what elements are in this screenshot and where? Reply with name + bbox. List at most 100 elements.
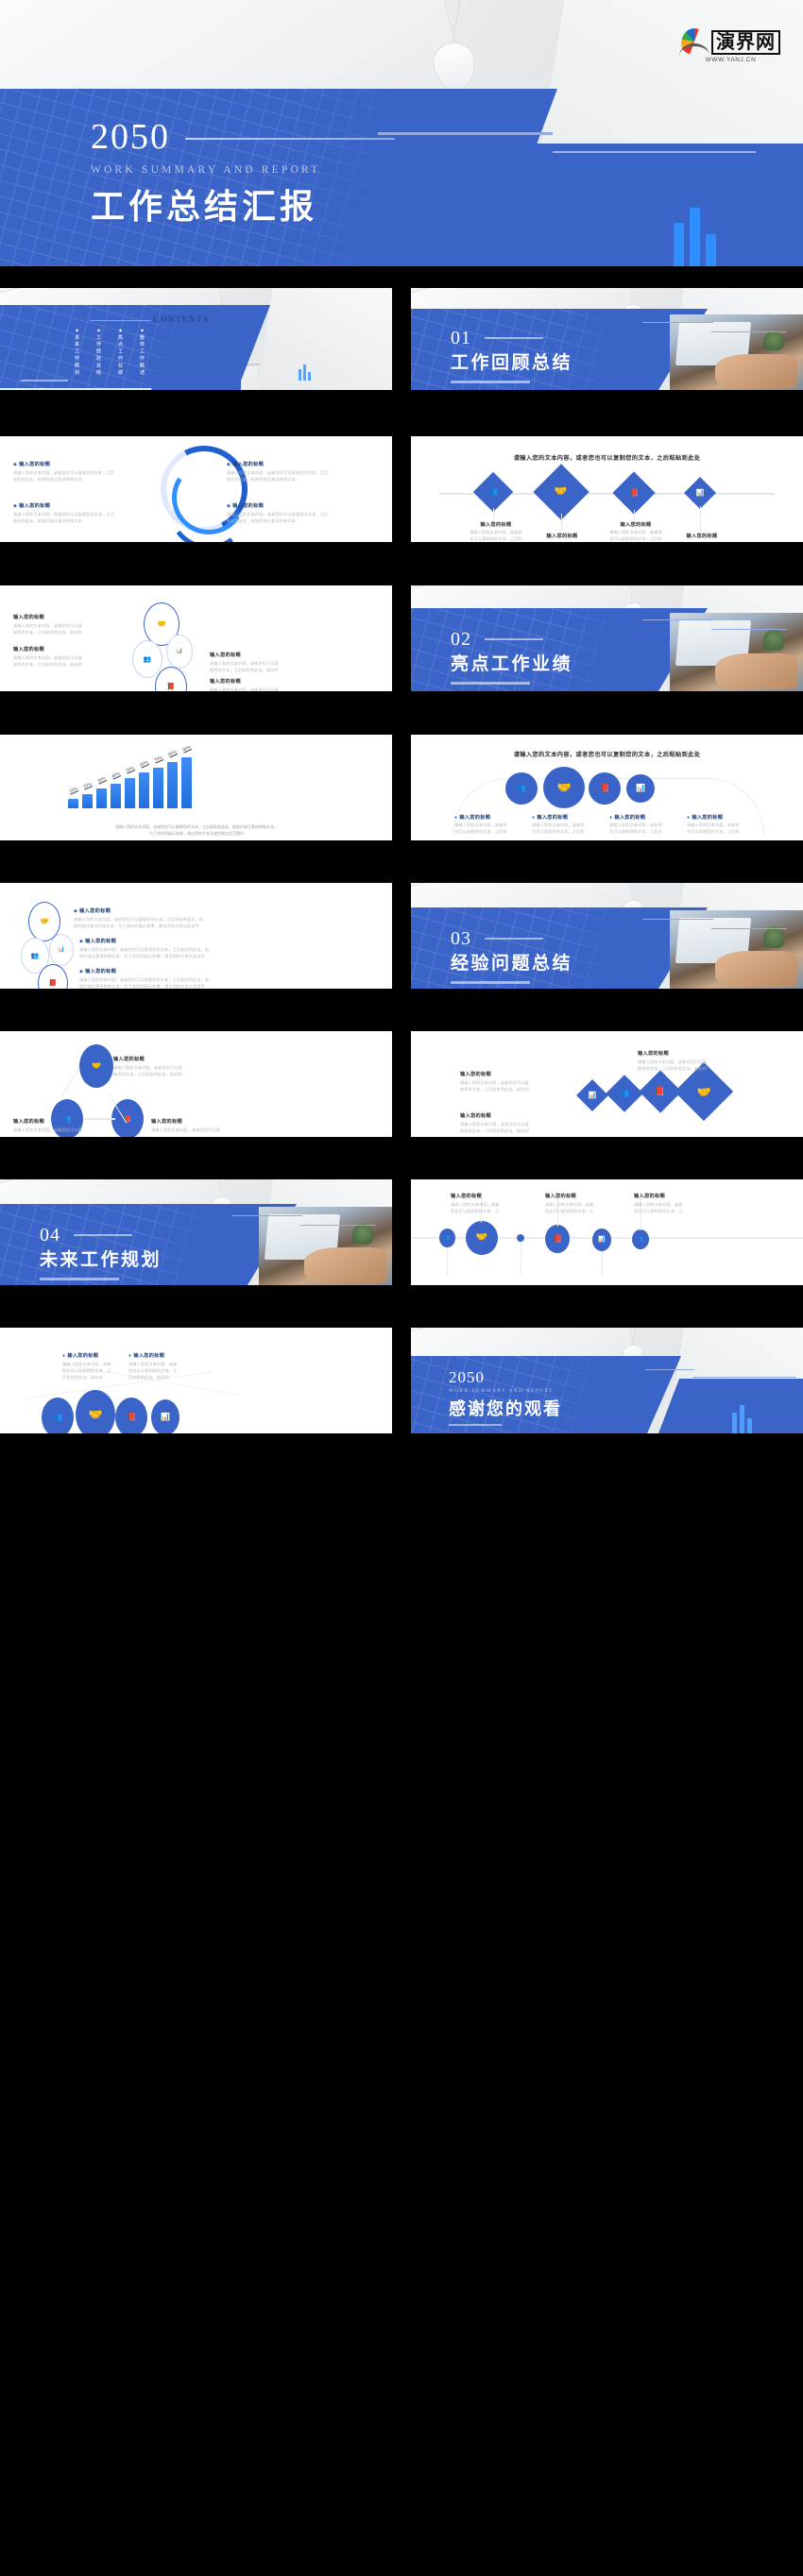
- contents-item-0[interactable]: ◆整体工作概述: [139, 328, 145, 377]
- circle-handshake[interactable]: 🤝: [543, 767, 585, 808]
- hand-typing: [303, 1247, 387, 1284]
- diamond-chart[interactable]: 📊: [684, 477, 716, 509]
- cover-slide: 2050 WORK SUMMARY AND REPORT 工作总结汇报 演界网 …: [0, 0, 803, 266]
- thanks-subtitle: WORK SUMMARY AND REPORT: [449, 1389, 554, 1394]
- section-rule: [642, 619, 713, 620]
- bar-label: 50%: [125, 766, 135, 774]
- bar: 30%: [96, 777, 107, 808]
- timeline-item-line1: 请输入您的文本内容，或者您: [609, 530, 662, 534]
- circle-item-line1: 请输入您的文本内容，或者您: [609, 822, 662, 827]
- circle-people[interactable]: 👥: [42, 1398, 74, 1433]
- section-title: 工作回顾总结: [451, 353, 573, 373]
- timeline-item-line2: 也可以复制您的文本，之后粘: [609, 535, 662, 541]
- book-icon: 📕: [48, 979, 58, 987]
- cover-rule-3: [553, 151, 756, 153]
- book-icon: 📕: [629, 488, 639, 497]
- cover-rule-1: [185, 138, 395, 140]
- circle-people[interactable]: 👥: [505, 772, 538, 805]
- final-block-1: ● 输入您的标题 请输入您的文本内容，或者 您也可以复制您的文本，之 后粘贴到此处…: [128, 1352, 200, 1381]
- contents-item-2[interactable]: ◆工作经验总结: [95, 328, 102, 377]
- contents-slide: CONTENTS ◆整体工作概述 ◆亮点工作业绩 ◆工作经验总结 ◆未来工作规划: [0, 288, 392, 390]
- triangle-block-title: 输入您的标题: [13, 1119, 44, 1125]
- bar-label: 30%: [96, 776, 107, 785]
- arc-block-1: ◆ 输入您的标题 请输入您的文本内容，或者您也可以复制您的文本，之后 粘贴到此处，…: [227, 461, 340, 483]
- contents-item-3[interactable]: ◆未来工作规划: [74, 328, 80, 377]
- diamond-people[interactable]: 👥: [472, 471, 514, 513]
- thanks-title: 感谢您的观看: [449, 1399, 562, 1418]
- oval-block-line2: 制您的文本，之后粘贴到此处，粘贴时: [13, 629, 82, 635]
- mouse-icon: [430, 40, 479, 93]
- contents-item-label: 工作经验总结: [95, 334, 101, 377]
- oval-book[interactable]: 📕: [38, 964, 68, 989]
- circle-item-line2: 也可以复制您的文本，之后粘: [532, 828, 585, 834]
- oval-list-line1: 请输入您的文本内容，或者您也可以复制您的文本，之后粘贴到此处，粘: [79, 977, 210, 982]
- people-icon: 👥: [444, 1234, 451, 1241]
- timeline-block-title: 输入您的标题: [634, 1194, 665, 1199]
- cover-title: 工作总结汇报: [91, 187, 318, 226]
- oval-people[interactable]: 👥: [132, 640, 162, 678]
- timeline-item-title: 输入您的标题: [686, 534, 718, 539]
- hand-typing: [714, 951, 798, 988]
- oval-block-title: 输入您的标题: [210, 652, 241, 658]
- triangle-block-line1: 请输入您的文本内容，或者您也可以复: [151, 1127, 220, 1132]
- oval-book[interactable]: 📕: [155, 667, 187, 691]
- timeline-dot[interactable]: [517, 1234, 524, 1242]
- triangle-block-0: 输入您的标题 请输入您的文本内容，或者您也可以复 制您的文本，之后粘贴到此处，粘…: [113, 1056, 217, 1078]
- contents-item-1[interactable]: ◆亮点工作业绩: [117, 328, 124, 377]
- diamond-cluster-line2: 制您的文本，之后粘贴到此处，粘贴时: [460, 1086, 529, 1092]
- oval-chart[interactable]: 📊: [166, 635, 193, 669]
- timeline-block-2: 输入您的标题 请输入您的文本内容，或者 您也可以复制您的文本，之: [634, 1193, 719, 1215]
- circle-book[interactable]: 📕: [115, 1398, 147, 1433]
- bar-label: 60%: [139, 760, 149, 770]
- plant-icon: [762, 330, 785, 351]
- circle-book[interactable]: 📕: [589, 772, 621, 805]
- timeline-node-book[interactable]: 📕: [545, 1225, 570, 1253]
- timeline-node-people-small[interactable]: 👥: [439, 1229, 455, 1247]
- cover-rule-2: [378, 132, 553, 135]
- section-number-rule: [485, 337, 543, 339]
- triangle-block-1: 输入您的标题 请输入您的文本内容，或者您也可以复: [13, 1118, 117, 1134]
- plant-icon: [762, 630, 785, 651]
- handshake-icon: 🤝: [696, 1084, 711, 1098]
- final-block-title: ● 输入您的标题: [62, 1353, 99, 1359]
- section-number-rule: [485, 638, 543, 640]
- thanks-rule-1: [645, 1369, 694, 1370]
- contents-bar-decoration: [299, 364, 311, 381]
- timeline-block-line2: 您也可以复制您的文本，之: [451, 1208, 500, 1213]
- bar: 50%: [125, 766, 135, 808]
- diamond-cluster-line1: 请输入您的文本内容，或者您也可以复: [638, 1059, 707, 1064]
- people-icon: 👥: [517, 784, 526, 792]
- diamond-handshake[interactable]: 🤝: [533, 464, 589, 520]
- oval-list-block-2: ◆ 输入您的标题 请输入您的文本内容，或者您也可以复制您的文本，之后粘贴到此处，粘…: [79, 968, 246, 989]
- circle-item-title: ● 输入您的标题: [609, 815, 646, 821]
- timeline-item-title: 输入您的标题: [546, 534, 578, 539]
- slide-headline: 请输入您的文本内容，或者您也可以复制您的文本，之后粘贴到此处: [513, 455, 701, 462]
- circle-handshake[interactable]: 🤝: [76, 1390, 115, 1433]
- circle-item-0: ● 输入您的标题 请输入您的文本内容，或者您 也可以复制您的文本，之后粘: [454, 814, 530, 836]
- diamond-people[interactable]: 👥: [606, 1075, 643, 1112]
- contents-item-label: 亮点工作业绩: [117, 334, 123, 377]
- bar: 10%: [68, 788, 78, 808]
- timeline-node-chart[interactable]: 📊: [592, 1229, 611, 1251]
- oval-chart[interactable]: 📊: [49, 934, 74, 966]
- timeline-block-0: 输入您的标题 请输入您的文本内容，或者 您也可以复制您的文本，之: [451, 1193, 536, 1215]
- diamond-cluster-block-0: 输入您的标题 请输入您的文本内容，或者您也可以复 制您的文本，之后粘贴到此处，粘…: [638, 1050, 742, 1073]
- timeline-block-1: 输入您的标题 请输入您的文本内容，或者 您也可以复制您的文本，之: [545, 1193, 630, 1215]
- cover-blue-panel-secondary: [487, 144, 803, 266]
- timeline-item-1: 输入您的标题: [528, 533, 596, 539]
- circle-chart[interactable]: 📊: [626, 774, 655, 803]
- oval-block-line2: 制您的文本，之后粘贴到此处，粘贴时: [210, 667, 279, 672]
- triangle-block-title: 输入您的标题: [151, 1119, 182, 1125]
- circle-chart[interactable]: 📊: [151, 1399, 179, 1433]
- circle-item-1: ● 输入您的标题 请输入您的文本内容，或者您 也可以复制您的文本，之后粘: [532, 814, 607, 836]
- thanks-bar-decoration: [732, 1405, 752, 1433]
- timeline-node-people[interactable]: 👥: [632, 1229, 649, 1249]
- contents-underline: [21, 380, 68, 381]
- section-rule-2: [300, 1225, 376, 1226]
- arc-block-line1: 请输入您的文本内容，或者您也可以复制您的文本，之后: [13, 470, 115, 475]
- timeline-node-handshake[interactable]: 🤝: [466, 1221, 498, 1255]
- timeline-block-line1: 请输入您的文本内容，或者: [634, 1202, 683, 1207]
- diamond-cluster-block-2: 输入您的标题 请输入您的文本内容，或者您也可以复 制您的文本，之后粘贴到此处，粘…: [460, 1112, 564, 1135]
- diamond-chart[interactable]: 📊: [576, 1079, 608, 1111]
- diamond-book[interactable]: 📕: [612, 471, 656, 515]
